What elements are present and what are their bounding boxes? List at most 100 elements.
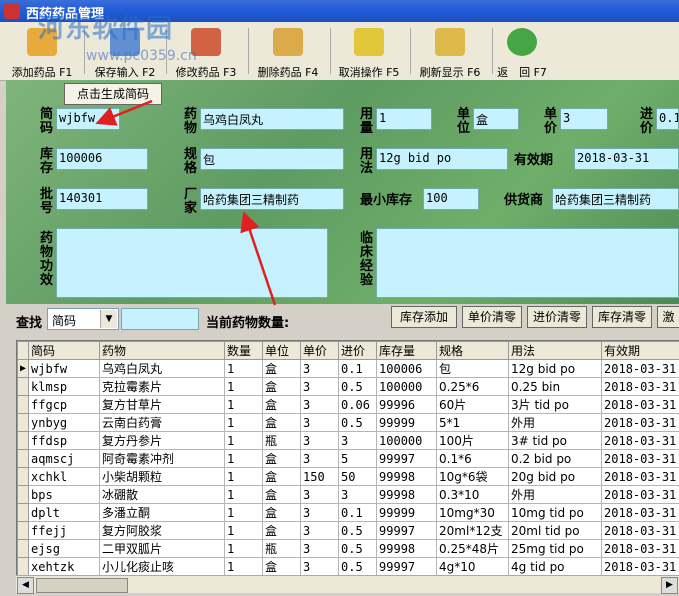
- table-cell[interactable]: 二甲双胍片: [99, 539, 226, 558]
- table-cell[interactable]: 3: [300, 413, 340, 432]
- table-cell[interactable]: 盒: [262, 467, 302, 486]
- table-cell[interactable]: 3: [300, 431, 340, 450]
- table-cell[interactable]: ffejj: [28, 521, 101, 540]
- table-cell[interactable]: 3: [300, 449, 340, 468]
- table-cell[interactable]: 3: [300, 503, 340, 522]
- table-cell[interactable]: 复方丹参片: [99, 431, 226, 450]
- price-clear-button[interactable]: 单价清零: [462, 306, 522, 328]
- table-cell[interactable]: 1: [224, 449, 264, 468]
- column-header[interactable]: 有效期: [601, 341, 679, 360]
- table-cell[interactable]: 0.5: [338, 557, 378, 575]
- table-cell[interactable]: 3: [300, 539, 340, 558]
- scroll-thumb[interactable]: [36, 578, 128, 593]
- table-cell[interactable]: 盒: [262, 359, 302, 378]
- table-cell[interactable]: 包: [436, 359, 510, 378]
- table-cell[interactable]: dplt: [28, 503, 101, 522]
- table-cell[interactable]: xehtzk: [28, 557, 101, 575]
- table-cell[interactable]: 3: [338, 431, 378, 450]
- table-cell[interactable]: 100000: [376, 377, 438, 396]
- cost-clear-button[interactable]: 进价清零: [527, 306, 587, 328]
- table-cell[interactable]: 盒: [262, 449, 302, 468]
- stock-add-button[interactable]: 库存添加: [391, 306, 457, 328]
- table-cell[interactable]: 20g bid po: [508, 467, 603, 486]
- table-cell[interactable]: bps: [28, 485, 101, 504]
- table-cell[interactable]: 0.25*6: [436, 377, 510, 396]
- table-cell[interactable]: 0.2 bid po: [508, 449, 603, 468]
- table-cell[interactable]: 复方甘草片: [99, 395, 226, 414]
- column-header[interactable]: 数量: [224, 341, 264, 360]
- table-row[interactable]: ffejj 复方阿胶浆 1 盒 3 0.5 99997 20ml*12支 20ml tid po…: [17, 521, 679, 540]
- table-row[interactable]: klmsp 克拉霉素片 1 盒 3 0.5 100000 0.25*6 0.25 bin 2018…: [17, 377, 679, 396]
- table-cell[interactable]: 2018-03-31: [601, 557, 679, 575]
- table-cell[interactable]: 20ml tid po: [508, 521, 603, 540]
- table-row[interactable]: ffdsp 复方丹参片 1 瓶 3 3 100000 100片 3# tid po 2018-03…: [17, 431, 679, 450]
- column-header[interactable]: 库存量: [376, 341, 438, 360]
- horizontal-scrollbar[interactable]: ◀ ▶: [16, 575, 679, 594]
- table-cell[interactable]: 小柴胡颗粒: [99, 467, 226, 486]
- table-cell[interactable]: 99996: [376, 395, 438, 414]
- table-cell[interactable]: 99998: [376, 485, 438, 504]
- table-cell[interactable]: wjbfw: [28, 359, 101, 378]
- table-cell[interactable]: 0.5: [338, 377, 378, 396]
- table-cell[interactable]: 盒: [262, 521, 302, 540]
- table-cell[interactable]: 3: [300, 557, 340, 575]
- table-cell[interactable]: 12g bid po: [508, 359, 603, 378]
- table-cell[interactable]: 瓶: [262, 539, 302, 558]
- table-cell[interactable]: 云南白药膏: [99, 413, 226, 432]
- table-cell[interactable]: 5*1: [436, 413, 510, 432]
- scroll-right-icon[interactable]: ▶: [661, 577, 678, 594]
- column-header[interactable]: 规格: [436, 341, 510, 360]
- column-header[interactable]: 单价: [300, 341, 340, 360]
- table-cell[interactable]: 盒: [262, 395, 302, 414]
- table-cell[interactable]: 3: [300, 377, 340, 396]
- table-cell[interactable]: 3: [300, 485, 340, 504]
- table-cell[interactable]: 0.5: [338, 413, 378, 432]
- table-row[interactable]: dplt 多潘立酮 1 盒 3 0.1 99999 10mg*30 10mg tid po 201…: [17, 503, 679, 522]
- table-cell[interactable]: 1: [224, 431, 264, 450]
- table-cell[interactable]: 2018-03-31: [601, 395, 679, 414]
- table-cell[interactable]: 3片 tid po: [508, 395, 603, 414]
- table-cell[interactable]: 外用: [508, 413, 603, 432]
- table-cell[interactable]: 3: [300, 395, 340, 414]
- table-cell[interactable]: 1: [224, 485, 264, 504]
- table-cell[interactable]: 0.25*48片: [436, 539, 510, 558]
- table-cell[interactable]: 99997: [376, 449, 438, 468]
- table-cell[interactable]: 10mg*30: [436, 503, 510, 522]
- table-cell[interactable]: 2018-03-31: [601, 539, 679, 558]
- table-cell[interactable]: 2018-03-31: [601, 467, 679, 486]
- table-cell[interactable]: 1: [224, 539, 264, 558]
- table-cell[interactable]: 0.1*6: [436, 449, 510, 468]
- table-cell[interactable]: 3: [338, 485, 378, 504]
- table-cell[interactable]: 99998: [376, 467, 438, 486]
- table-cell[interactable]: 瓶: [262, 431, 302, 450]
- table-cell[interactable]: 2018-03-31: [601, 521, 679, 540]
- table-cell[interactable]: 1: [224, 359, 264, 378]
- table-cell[interactable]: 5: [338, 449, 378, 468]
- chevron-down-icon[interactable]: ▼: [100, 310, 117, 328]
- table-cell[interactable]: 阿奇霉素冲剂: [99, 449, 226, 468]
- table-cell[interactable]: 外用: [508, 485, 603, 504]
- table-row[interactable]: xchkl 小柴胡颗粒 1 盒 150 50 99998 10g*6袋 20g bid po 20…: [17, 467, 679, 486]
- table-cell[interactable]: 2018-03-31: [601, 503, 679, 522]
- table-cell[interactable]: 100片: [436, 431, 510, 450]
- table-cell[interactable]: aqmscj: [28, 449, 101, 468]
- table-cell[interactable]: 1: [224, 413, 264, 432]
- table-cell[interactable]: 0.1: [338, 503, 378, 522]
- table-cell[interactable]: 100006: [376, 359, 438, 378]
- table-cell[interactable]: 150: [300, 467, 340, 486]
- table-cell[interactable]: 99997: [376, 521, 438, 540]
- table-cell[interactable]: 乌鸡白凤丸: [99, 359, 226, 378]
- table-cell[interactable]: 0.25 bin: [508, 377, 603, 396]
- table-cell[interactable]: 99999: [376, 413, 438, 432]
- table-cell[interactable]: 克拉霉素片: [99, 377, 226, 396]
- table-cell[interactable]: 盒: [262, 413, 302, 432]
- table-cell[interactable]: 10mg tid po: [508, 503, 603, 522]
- table-cell[interactable]: 2018-03-31: [601, 359, 679, 378]
- table-cell[interactable]: 0.06: [338, 395, 378, 414]
- table-cell[interactable]: 99997: [376, 557, 438, 575]
- table-cell[interactable]: 4g tid po: [508, 557, 603, 575]
- table-cell[interactable]: 99998: [376, 539, 438, 558]
- table-row[interactable]: bps冰硼散1盒33999980.3*10外用2018-03-312314: [17, 485, 679, 504]
- table-cell[interactable]: 4g*10: [436, 557, 510, 575]
- table-cell[interactable]: 小儿化痰止咳: [99, 557, 226, 575]
